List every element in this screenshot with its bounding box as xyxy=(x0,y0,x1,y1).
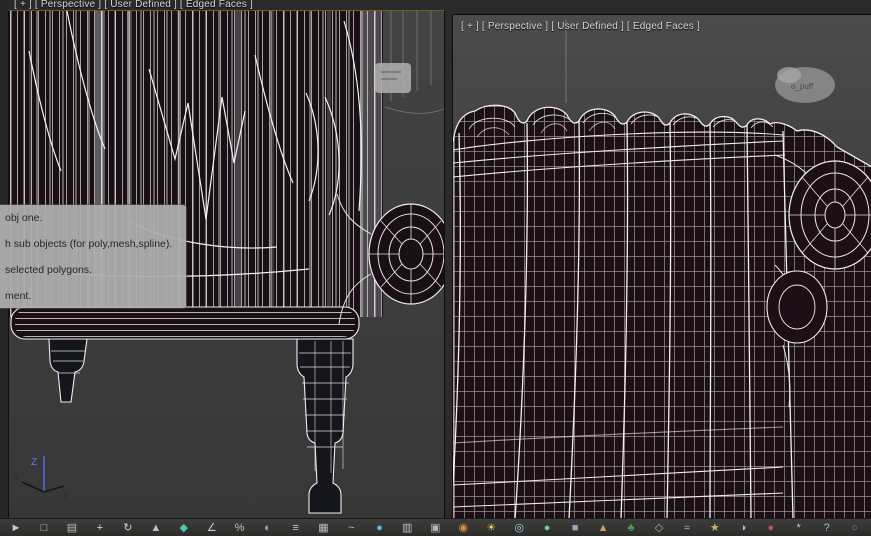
pipe-lobe xyxy=(766,270,828,344)
svg-text:o_puff: o_puff xyxy=(791,82,814,91)
radiator-legs xyxy=(48,338,354,514)
background-wires xyxy=(384,11,444,114)
select-region-icon[interactable]: □ xyxy=(36,520,52,536)
snap-toggle-icon[interactable]: ◆ xyxy=(176,520,192,536)
select-by-name-icon[interactable]: ▤ xyxy=(64,520,80,536)
render-setup-icon[interactable]: ▥ xyxy=(399,520,415,536)
world-axis-gizmo: Z x y xyxy=(12,444,72,500)
mirror-icon[interactable]: ◐ xyxy=(260,520,276,536)
utilities-icon[interactable]: ● xyxy=(763,520,779,536)
viewport-left-label[interactable]: [ + ] [ Perspective ] [ User Defined ] [… xyxy=(14,0,253,10)
max-dual-viewport-window: { "viewports": { "left": { "label": "[ +… xyxy=(0,0,871,536)
z-axis-label: Z xyxy=(31,457,37,468)
note-line-4: ment. xyxy=(5,290,32,302)
box-primitive-icon[interactable]: ■ xyxy=(567,520,583,536)
move-icon[interactable]: + xyxy=(92,520,108,536)
bottom-toolbar: ► □ ▤ + ↻ ▲ ◆ ∠% ◐ ≡ ▦ ~ ● ▥ ▣ ◉ ☀ ◎ ● ■ ▲ ♣ ◇ ≈ ★ ◑ ● *? ○ xyxy=(0,518,871,536)
time-config-icon[interactable]: ○ xyxy=(847,520,863,536)
note-line-2: h sub objects (for poly,mesh,spline). xyxy=(5,238,173,250)
y-axis-line xyxy=(43,485,65,493)
viewport-right-label[interactable]: [ + ] [ Perspective ] [ User Defined ] [… xyxy=(461,21,700,32)
space-warp-icon[interactable]: ≈ xyxy=(679,520,695,536)
display-panel-icon[interactable]: ◑ xyxy=(735,520,751,536)
sphere-primitive-icon[interactable]: ● xyxy=(539,520,555,536)
angle-snap-icon[interactable]: ∠ xyxy=(204,520,220,536)
render-icon[interactable]: ◉ xyxy=(455,520,471,536)
cone-primitive-icon[interactable]: ▲ xyxy=(595,520,611,536)
align-icon[interactable]: ≡ xyxy=(288,520,304,536)
bottom-pipe xyxy=(10,306,360,340)
object-label-badge-left xyxy=(375,63,411,93)
y-axis-label: y xyxy=(64,489,69,499)
info-note-overlay: obj one. h sub objects (for poly,mesh,sp… xyxy=(0,205,186,308)
camera-icon[interactable]: ◎ xyxy=(511,520,527,536)
note-line-1: obj one. xyxy=(5,212,43,224)
curve-editor-icon[interactable]: ~ xyxy=(343,520,359,536)
scale-icon[interactable]: ▲ xyxy=(148,520,164,536)
x-axis-line xyxy=(21,481,45,493)
viewport-splitter[interactable] xyxy=(444,0,452,518)
script-icon[interactable]: * xyxy=(791,520,807,536)
select-object-icon[interactable]: ► xyxy=(8,520,24,536)
layer-manager-icon[interactable]: ▦ xyxy=(315,520,331,536)
systems-icon[interactable]: ★ xyxy=(707,520,723,536)
foliage-icon[interactable]: ♣ xyxy=(623,520,639,536)
rendered-frame-icon[interactable]: ▣ xyxy=(427,520,443,536)
helpers-icon[interactable]: ◇ xyxy=(651,520,667,536)
note-line-3: selected polygons. xyxy=(5,264,92,276)
sunlight-icon[interactable]: ☀ xyxy=(483,520,499,536)
help-icon[interactable]: ? xyxy=(819,520,835,536)
x-axis-label: x xyxy=(14,472,19,482)
rotate-icon[interactable]: ↻ xyxy=(120,520,136,536)
wireframe-right: o_puff xyxy=(453,19,871,519)
object-label-badge-right: o_puff xyxy=(775,67,835,103)
material-editor-icon[interactable]: ● xyxy=(371,520,387,536)
percent-snap-icon[interactable]: % xyxy=(232,520,248,536)
viewport-right[interactable]: [ + ] [ Perspective ] [ User Defined ] [… xyxy=(452,14,871,520)
